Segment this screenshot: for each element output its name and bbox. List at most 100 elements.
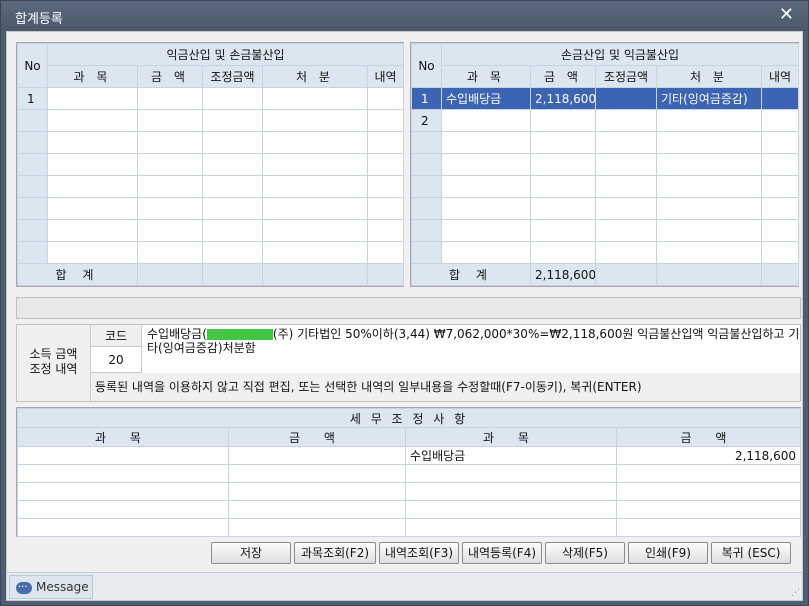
cell[interactable]: [530, 175, 596, 198]
cell[interactable]: [47, 219, 138, 242]
cell[interactable]: [366, 219, 405, 242]
cell[interactable]: 수입배당금: [405, 446, 617, 465]
cell[interactable]: [202, 153, 263, 176]
cell-subject[interactable]: 수입배당금: [441, 87, 531, 110]
cell[interactable]: [615, 464, 802, 483]
cell[interactable]: [405, 482, 617, 501]
resize-grip-icon[interactable]: ⋰: [791, 588, 800, 598]
cell[interactable]: [137, 109, 203, 132]
cell[interactable]: [366, 87, 405, 110]
cell[interactable]: [656, 241, 762, 264]
cell[interactable]: [262, 153, 368, 176]
cell[interactable]: [760, 219, 800, 242]
cell[interactable]: [615, 500, 802, 519]
table-row[interactable]: 2: [411, 109, 800, 132]
cell[interactable]: [595, 131, 657, 154]
cell[interactable]: [228, 500, 406, 519]
cell[interactable]: [202, 109, 263, 132]
right-header-subject[interactable]: 과 목: [441, 65, 531, 88]
cell[interactable]: [137, 175, 203, 198]
save-button[interactable]: 저장: [211, 542, 291, 564]
cell[interactable]: [441, 109, 531, 132]
cell[interactable]: [405, 500, 617, 519]
cell[interactable]: [595, 175, 657, 198]
cell[interactable]: [262, 219, 368, 242]
cell[interactable]: [530, 131, 596, 154]
cell[interactable]: [47, 109, 138, 132]
cell[interactable]: [595, 219, 657, 242]
cell[interactable]: [615, 482, 802, 501]
cell[interactable]: [228, 446, 406, 465]
cell[interactable]: [17, 446, 229, 465]
cell[interactable]: [262, 87, 368, 110]
cell-amount[interactable]: 2,118,600: [530, 87, 596, 110]
cell[interactable]: [47, 197, 138, 220]
cell[interactable]: [202, 131, 263, 154]
cell[interactable]: [47, 87, 138, 110]
cell[interactable]: [760, 175, 800, 198]
cell[interactable]: [366, 109, 405, 132]
cell-detail[interactable]: [760, 87, 800, 110]
cell[interactable]: [202, 197, 263, 220]
table-row[interactable]: [411, 153, 800, 176]
cell[interactable]: [262, 241, 368, 264]
left-header-disposal[interactable]: 처 분: [262, 65, 368, 88]
table-row-selected[interactable]: 1 수입배당금 2,118,600 기타(잉여금증감): [411, 87, 800, 110]
cell[interactable]: [137, 219, 203, 242]
cell[interactable]: [405, 464, 617, 483]
cell[interactable]: [441, 241, 531, 264]
cell[interactable]: [202, 175, 263, 198]
delete-button[interactable]: 삭제(F5): [545, 542, 625, 564]
cell[interactable]: [530, 219, 596, 242]
left-header-detail[interactable]: 내역: [366, 65, 405, 88]
cell[interactable]: [656, 219, 762, 242]
cell[interactable]: [262, 131, 368, 154]
right-header-no[interactable]: No: [411, 43, 442, 88]
table-row[interactable]: [17, 109, 405, 132]
table-row[interactable]: [411, 219, 800, 242]
cell[interactable]: 2,118,600: [615, 446, 802, 465]
cell[interactable]: [262, 197, 368, 220]
cell[interactable]: [656, 197, 762, 220]
right-header-detail[interactable]: 내역: [760, 65, 800, 88]
left-header-adjust[interactable]: 조정금액: [202, 65, 263, 88]
cell[interactable]: [202, 241, 263, 264]
left-header-subject[interactable]: 과 목: [47, 65, 138, 88]
cell[interactable]: [137, 197, 203, 220]
cell[interactable]: [760, 131, 800, 154]
cell[interactable]: [366, 175, 405, 198]
cell[interactable]: [441, 153, 531, 176]
detail-lookup-button[interactable]: 내역조회(F3): [379, 542, 459, 564]
cell[interactable]: [595, 153, 657, 176]
cell[interactable]: [17, 518, 229, 537]
right-header-disposal[interactable]: 처 분: [656, 65, 762, 88]
cell[interactable]: [262, 175, 368, 198]
right-header-adjust[interactable]: 조정금액: [595, 65, 657, 88]
table-row[interactable]: [17, 464, 802, 483]
cell-disposal[interactable]: 기타(잉여금증감): [656, 87, 762, 110]
cell[interactable]: [760, 153, 800, 176]
cell[interactable]: [17, 482, 229, 501]
table-row[interactable]: [17, 241, 405, 264]
cell[interactable]: [47, 175, 138, 198]
cell[interactable]: [656, 175, 762, 198]
print-button[interactable]: 인쇄(F9): [628, 542, 708, 564]
cell[interactable]: [202, 87, 263, 110]
right-header-amount[interactable]: 금 액: [530, 65, 596, 88]
table-row[interactable]: [411, 197, 800, 220]
cell[interactable]: [656, 153, 762, 176]
cell[interactable]: [137, 153, 203, 176]
close-icon[interactable]: ✕: [779, 4, 794, 25]
cell[interactable]: [760, 197, 800, 220]
cell-adjust[interactable]: [595, 87, 657, 110]
cell[interactable]: [228, 482, 406, 501]
cell[interactable]: [228, 518, 406, 537]
table-row[interactable]: [17, 175, 405, 198]
table-row[interactable]: [17, 219, 405, 242]
table-row[interactable]: [411, 131, 800, 154]
cell[interactable]: [228, 464, 406, 483]
cell[interactable]: [366, 241, 405, 264]
table-row[interactable]: [411, 241, 800, 264]
cell[interactable]: [656, 109, 762, 132]
cell[interactable]: [595, 197, 657, 220]
